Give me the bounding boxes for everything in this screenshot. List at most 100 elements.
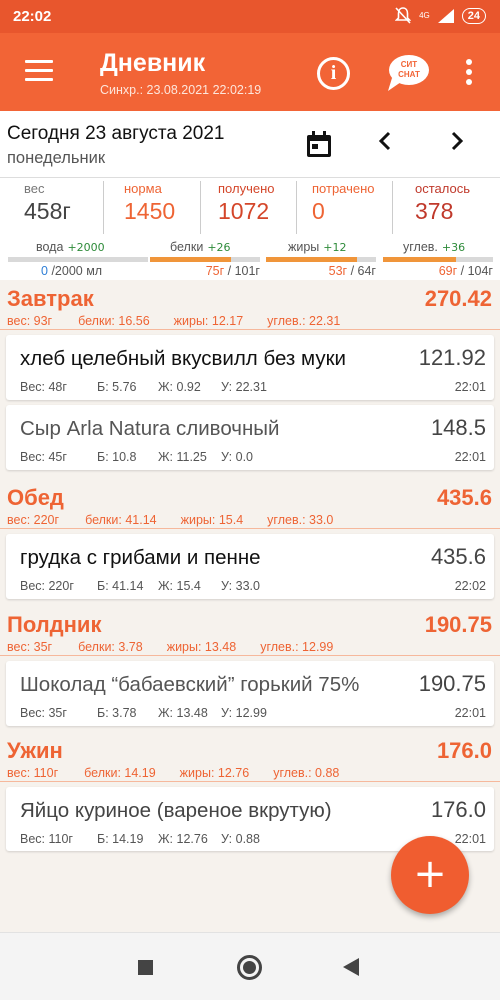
- food-time: 22:01: [454, 450, 486, 464]
- food-item[interactable]: Шоколад “бабаевский” горький 75% 190.75 …: [6, 661, 494, 726]
- food-time: 22:02: [454, 579, 486, 593]
- back-icon[interactable]: [343, 958, 359, 976]
- food-kcal: 148.5: [430, 415, 486, 440]
- food-name: Яйцо куриное (вареное вкрутую): [20, 799, 332, 822]
- recents-icon[interactable]: [138, 960, 153, 975]
- meal-name: Ужин: [7, 738, 63, 763]
- more-options-icon[interactable]: [465, 59, 473, 87]
- food-item[interactable]: грудка с грибами и пенне 435.6 Вес: 220г…: [6, 534, 494, 599]
- date-row: Сегодня 23 августа 2021 понедельник: [0, 111, 500, 177]
- meal-macros: вес: 220г белки: 41.14 жиры: 15.4 углев.: 3…: [7, 513, 357, 527]
- food-fat: Ж: 11.25: [158, 450, 207, 464]
- protein-bar: [150, 257, 260, 262]
- meal-weight: вес: 35г: [7, 640, 53, 654]
- protein-current: 75г: [205, 264, 225, 278]
- food-weight: Вес: 45г: [20, 450, 67, 464]
- meal-carbs: углев.: 33.0: [267, 513, 334, 527]
- fat-value: 53г / 64г: [266, 264, 376, 278]
- carbs-total: / 104г: [457, 264, 493, 278]
- fat-total: / 64г: [347, 264, 376, 278]
- system-nav-bar: [0, 932, 500, 1000]
- protein-delta: +26: [207, 241, 231, 254]
- fat-current: 53г: [328, 264, 348, 278]
- norm-value: 1450: [124, 198, 176, 224]
- meal-name: Обед: [7, 485, 64, 510]
- food-macros: Вес: 110г Б: 14.19 Ж: 12.76 У: 0.88: [20, 832, 260, 846]
- meal-carbs: углев.: 12.99: [260, 640, 334, 654]
- weight-label: вес: [24, 181, 45, 196]
- spent-value: 0: [312, 198, 325, 224]
- food-carbs: У: 22.31: [221, 380, 267, 394]
- next-day-icon[interactable]: [450, 131, 464, 151]
- left-stat: осталось 378: [392, 181, 494, 234]
- food-protein: Б: 41.14: [97, 579, 144, 593]
- meal-macros: вес: 110г белки: 14.19 жиры: 12.76 углев.: …: [7, 766, 363, 780]
- sync-status: Синхр.: 23.08.2021 22:02:19: [100, 83, 262, 97]
- carbs-bar-fill: [383, 257, 456, 262]
- fat-progress: жиры +12 53г / 64г: [266, 236, 376, 278]
- menu-icon[interactable]: [25, 60, 53, 82]
- meal-macros: вес: 93г белки: 16.56 жиры: 12.17 углев.: 2…: [7, 314, 364, 328]
- home-icon[interactable]: [237, 955, 262, 980]
- meal-header-dinner[interactable]: Ужин 176.0 вес: 110г белки: 14.19 жиры: 12…: [0, 732, 500, 782]
- food-weight: Вес: 35г: [20, 706, 67, 720]
- food-carbs: У: 12.99: [221, 706, 267, 720]
- food-fat: Ж: 15.4: [158, 579, 201, 593]
- food-kcal: 176.0: [430, 797, 486, 822]
- meal-fat: жиры: 12.17: [173, 314, 244, 328]
- meal-header-snack[interactable]: Полдник 190.75 вес: 35г белки: 3.78 жиры: …: [0, 606, 500, 656]
- weight-stat: вес 458г: [24, 181, 104, 234]
- food-protein: Б: 3.78: [97, 706, 137, 720]
- meal-macros: вес: 35г белки: 3.78 жиры: 13.48 углев.: 12…: [7, 640, 357, 654]
- water-total: /2000 мл: [51, 264, 103, 278]
- previous-day-icon[interactable]: [378, 131, 392, 151]
- water-delta: +2000: [67, 241, 105, 254]
- water-bar: [8, 257, 148, 262]
- protein-bar-fill: [150, 257, 232, 262]
- water-label: вода: [36, 240, 64, 254]
- meal-list: Завтрак 270.42 вес: 93г белки: 16.56 жиры:…: [0, 280, 500, 932]
- notifications-off-icon: [395, 7, 412, 24]
- carbs-delta: +36: [441, 241, 466, 254]
- food-carbs: У: 0.0: [221, 450, 253, 464]
- protein-total: / 101г: [224, 264, 260, 278]
- left-label: осталось: [415, 181, 471, 196]
- food-macros: Вес: 48г Б: 5.76 Ж: 0.92 У: 22.31: [20, 380, 267, 394]
- water-value: 0 /2000 мл: [8, 264, 148, 278]
- brand-text-1: СИТ: [401, 60, 418, 69]
- food-macros: Вес: 35г Б: 3.78 Ж: 13.48 У: 12.99: [20, 706, 267, 720]
- water-current: 0: [41, 264, 48, 278]
- meal-carbs: углев.: 0.88: [273, 766, 340, 780]
- meal-protein: белки: 16.56: [78, 314, 150, 328]
- norm-label: норма: [124, 181, 162, 196]
- meal-weight: вес: 93г: [7, 314, 53, 328]
- fat-label: жиры: [288, 240, 320, 254]
- app-bar: Дневник Синхр.: 23.08.2021 22:02:19 i СИ…: [0, 33, 500, 111]
- protein-value: 75г / 101г: [150, 264, 260, 278]
- food-time: 22:01: [454, 706, 486, 720]
- chat-brand-icon[interactable]: СИТ СНАТ: [384, 53, 430, 93]
- meal-header-lunch[interactable]: Обед 435.6 вес: 220г белки: 41.14 жиры: 15…: [0, 479, 500, 529]
- meal-protein: белки: 41.14: [85, 513, 157, 527]
- meal-header-breakfast[interactable]: Завтрак 270.42 вес: 93г белки: 16.56 жиры:…: [0, 280, 500, 330]
- food-item[interactable]: Сыр Arla Natura сливочный 148.5 Вес: 45г…: [6, 405, 494, 470]
- signal-icon: [437, 9, 454, 23]
- protein-progress: белки +26 75г / 101г: [150, 236, 260, 278]
- water-progress[interactable]: вода +2000 0 /2000 мл: [8, 236, 148, 278]
- calendar-icon[interactable]: [306, 131, 332, 158]
- food-macros: Вес: 220г Б: 41.14 Ж: 15.4 У: 33.0: [20, 579, 260, 593]
- food-item[interactable]: хлеб целебный вкусвилл без муки 121.92 В…: [6, 335, 494, 400]
- food-protein: Б: 5.76: [97, 380, 137, 394]
- fat-delta: +12: [323, 241, 347, 254]
- received-stat: получено 1072: [200, 181, 296, 234]
- norm-stat[interactable]: норма 1450: [103, 181, 200, 234]
- meal-weight: вес: 220г: [7, 513, 60, 527]
- current-date: Сегодня 23 августа 2021: [7, 123, 225, 144]
- add-food-button[interactable]: +: [391, 836, 469, 914]
- protein-label: белки: [170, 240, 204, 254]
- info-icon[interactable]: i: [317, 57, 350, 90]
- meal-fat: жиры: 12.76: [179, 766, 250, 780]
- brand-text-2: СНАТ: [398, 70, 420, 79]
- meal-weight: вес: 110г: [7, 766, 59, 780]
- meal-kcal: 190.75: [424, 612, 492, 637]
